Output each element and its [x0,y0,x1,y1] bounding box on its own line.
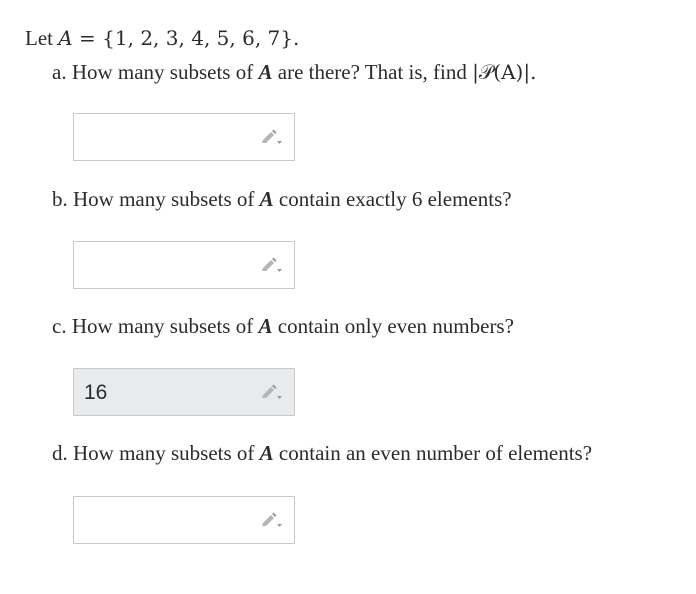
set-contents: {1, 2, 3, 4, 5, 6, 7}. [102,26,300,50]
question-a-prefix: a. How many subsets of [52,60,254,84]
question-d-var: A [259,441,274,465]
question-b-prefix: b. How many subsets of [52,187,255,211]
pencil-dropdown-icon[interactable] [260,384,282,402]
pencil-dropdown-icon[interactable] [260,129,282,147]
equals-sign: = [79,26,96,50]
question-c-prefix: c. How many subsets of [52,314,254,338]
pencil-dropdown-icon[interactable] [260,512,282,530]
pencil-dropdown-icon[interactable] [260,257,282,275]
question-b-suffix: contain exactly 6 elements? [278,187,512,211]
question-d-suffix: contain an even number of elements? [278,441,593,465]
question-c-var: A [258,314,273,338]
question-a-var: A [258,60,273,84]
answer-input-c[interactable]: 16 [73,368,295,416]
question-c-suffix: contain only even numbers? [277,314,514,338]
answer-c-value: 16 [84,381,108,404]
question-b-var: A [259,187,274,211]
question-b: b. How many subsets of A contain exactly… [52,187,512,212]
question-d-prefix: d. How many subsets of [52,441,255,465]
power-set-cardinality: |𝒫(A)|. [472,60,537,84]
problem-statement: Let A = {1, 2, 3, 4, 5, 6, 7}. [25,26,299,51]
question-c: c. How many subsets of A contain only ev… [52,314,514,339]
answer-input-b[interactable] [73,241,295,289]
question-a: a. How many subsets of A are there? That… [52,60,536,85]
question-d: d. How many subsets of A contain an even… [52,441,592,466]
intro-prefix: Let [25,26,53,50]
set-name: A [58,26,73,50]
answer-input-d[interactable] [73,496,295,544]
answer-input-a[interactable] [73,113,295,161]
question-a-suffix: are there? That is, find [277,60,467,84]
